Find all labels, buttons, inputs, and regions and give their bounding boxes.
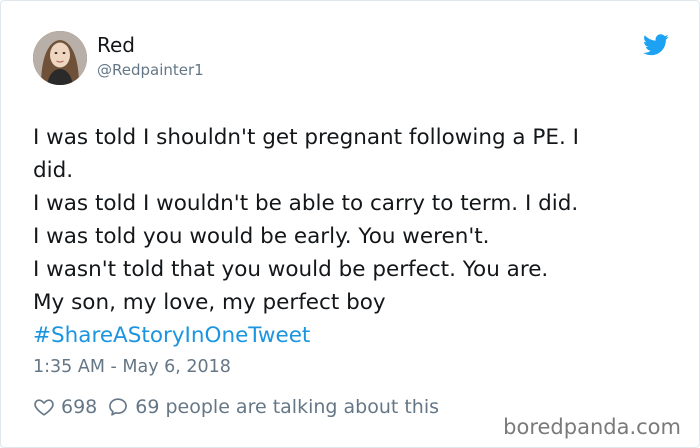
display-name[interactable]: Red [97,33,135,57]
twitter-bird-icon[interactable] [643,33,669,57]
tweet-card: Red @Redpainter1 I was told I shouldn't … [0,0,700,448]
tweet-line: I was told I shouldn't get pregnant foll… [33,125,579,150]
avatar[interactable] [33,31,87,85]
reply-bubble-icon[interactable] [107,396,129,418]
reply-count-text[interactable]: 69 people are talking about this [135,396,439,418]
avatar-image [33,31,87,85]
heart-icon[interactable] [33,396,55,418]
tweet-line: My son, my love, my perfect boy [33,290,386,315]
watermark: boredpanda.com [503,415,681,439]
hashtag-link[interactable]: #ShareAStoryInOneTweet [33,319,673,352]
tweet-text: I was told I shouldn't get pregnant foll… [33,121,673,352]
like-count[interactable]: 698 [61,396,97,418]
tweet-line: I was told you would be early. You weren… [33,224,490,249]
tweet-actions: 698 69 people are talking about this [33,393,449,421]
tweet-line: did. [33,158,74,183]
user-handle[interactable]: @Redpainter1 [97,61,204,79]
tweet-line: I wasn't told that you would be perfect.… [33,257,549,282]
tweet-line: I was told I wouldn't be able to carry t… [33,191,579,216]
tweet-timestamp[interactable]: 1:35 AM - May 6, 2018 [33,357,231,377]
